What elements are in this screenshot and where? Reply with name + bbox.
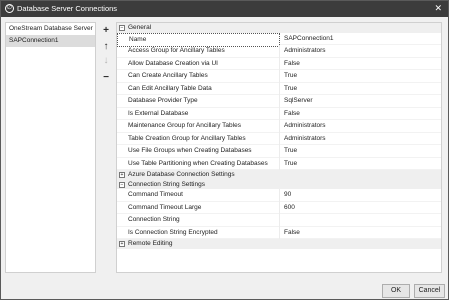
property-row[interactable]: Database Provider Type SqlServer — [117, 95, 441, 108]
remove-icon[interactable]: − — [100, 72, 112, 84]
property-value[interactable]: True — [281, 158, 441, 171]
category-header[interactable]: + Remote Editing — [117, 239, 441, 249]
property-row[interactable]: Connection String — [117, 214, 441, 227]
property-name: Can Edit Ancillary Table Data — [117, 82, 280, 95]
category-label: Connection String Settings — [128, 180, 205, 188]
property-row[interactable]: Allow Database Creation via UI False — [117, 57, 441, 71]
property-row[interactable]: Is Connection String Encrypted False — [117, 226, 441, 240]
property-row[interactable]: Command Timeout Large 600 — [117, 201, 441, 215]
onestream-logo-icon: ∅ — [5, 4, 14, 13]
property-value[interactable]: Administrators — [281, 45, 441, 58]
property-row[interactable]: Can Create Ancillary Tables True — [117, 70, 441, 83]
ok-button[interactable]: OK — [382, 284, 410, 298]
property-name: Table Creation Group for Ancillary Table… — [117, 132, 280, 145]
property-name: Command Timeout Large — [117, 201, 280, 214]
property-value[interactable]: SAPConnection1 — [281, 33, 441, 46]
category-label: General — [128, 24, 152, 31]
property-value[interactable]: True — [281, 83, 441, 96]
property-value[interactable]: True — [281, 145, 441, 158]
connection-list-item[interactable]: OneStream Database Server — [6, 23, 95, 35]
arrow-up-icon[interactable]: ↑ — [100, 41, 112, 53]
property-value[interactable]: Administrators — [281, 120, 441, 133]
cancel-button[interactable]: Cancel — [414, 284, 445, 298]
property-value[interactable]: 600 — [281, 202, 441, 215]
connection-list: OneStream Database Server SAPConnection1 — [5, 22, 96, 273]
property-value[interactable]: False — [281, 108, 441, 121]
expand-icon[interactable]: + — [119, 241, 125, 247]
property-value[interactable]: False — [281, 227, 441, 240]
property-row[interactable]: Access Group for Ancillary Tables Adminis… — [117, 45, 441, 58]
property-name: Database Provider Type — [117, 95, 280, 108]
property-name: Is Connection String Encrypted — [117, 226, 280, 239]
window-title: Database Server Connections — [17, 4, 118, 13]
collapse-icon[interactable]: − — [119, 25, 125, 31]
property-name: Is External Database — [117, 107, 280, 120]
property-value[interactable]: False — [281, 58, 441, 71]
property-row[interactable]: Name SAPConnection1 — [117, 32, 441, 47]
property-name: Access Group for Ancillary Tables — [117, 45, 280, 58]
property-name: Allow Database Creation via UI — [117, 57, 280, 70]
close-icon[interactable]: ✕ — [434, 3, 442, 14]
property-row[interactable]: Table Creation Group for Ancillary Table… — [117, 132, 441, 146]
property-value[interactable]: Administrators — [281, 133, 441, 146]
property-value[interactable]: 90 — [281, 189, 441, 202]
property-name: Maintenance Group for Ancillary Tables — [117, 120, 280, 133]
collapse-icon[interactable]: − — [119, 181, 125, 188]
category-label: Remote Editing — [128, 240, 173, 247]
property-name: Use Table Partitioning when Creating Dat… — [117, 157, 280, 170]
property-row[interactable]: Use File Groups when Creating Databases T… — [117, 145, 441, 158]
property-name: Connection String — [117, 214, 280, 227]
property-value[interactable]: True — [281, 70, 441, 83]
category-header[interactable]: + Azure Database Connection Settings — [117, 170, 441, 180]
connection-list-item[interactable]: SAPConnection1 — [6, 35, 95, 47]
property-name: Command Timeout — [117, 189, 280, 202]
property-row[interactable]: Can Edit Ancillary Table Data True — [117, 82, 441, 96]
add-icon[interactable]: + — [100, 25, 112, 37]
dialog-window: ∅ Database Server Connections ✕ OneStrea… — [0, 0, 449, 300]
category-header[interactable]: − General — [117, 23, 441, 33]
property-row[interactable]: Command Timeout 90 — [117, 189, 441, 202]
property-grid: − General Name SAPConnection1 Access Group f… — [116, 22, 442, 273]
property-row[interactable]: Is External Database False — [117, 107, 441, 121]
category-label: Azure Database Connection Settings — [128, 171, 235, 178]
property-row[interactable]: Use Table Partitioning when Creating Dat… — [117, 157, 441, 171]
property-value[interactable]: SqlServer — [281, 95, 441, 108]
title-bar: ∅ Database Server Connections ✕ — [1, 1, 448, 17]
property-name: Use File Groups when Creating Databases — [117, 145, 280, 158]
category-header[interactable]: − Connection String Settings — [117, 179, 441, 189]
arrow-down-icon[interactable]: ↓ — [100, 55, 112, 67]
property-name: Can Create Ancillary Tables — [117, 70, 280, 83]
expand-icon[interactable]: + — [119, 172, 125, 178]
property-row[interactable]: Maintenance Group for Ancillary Tables Ad… — [117, 120, 441, 133]
